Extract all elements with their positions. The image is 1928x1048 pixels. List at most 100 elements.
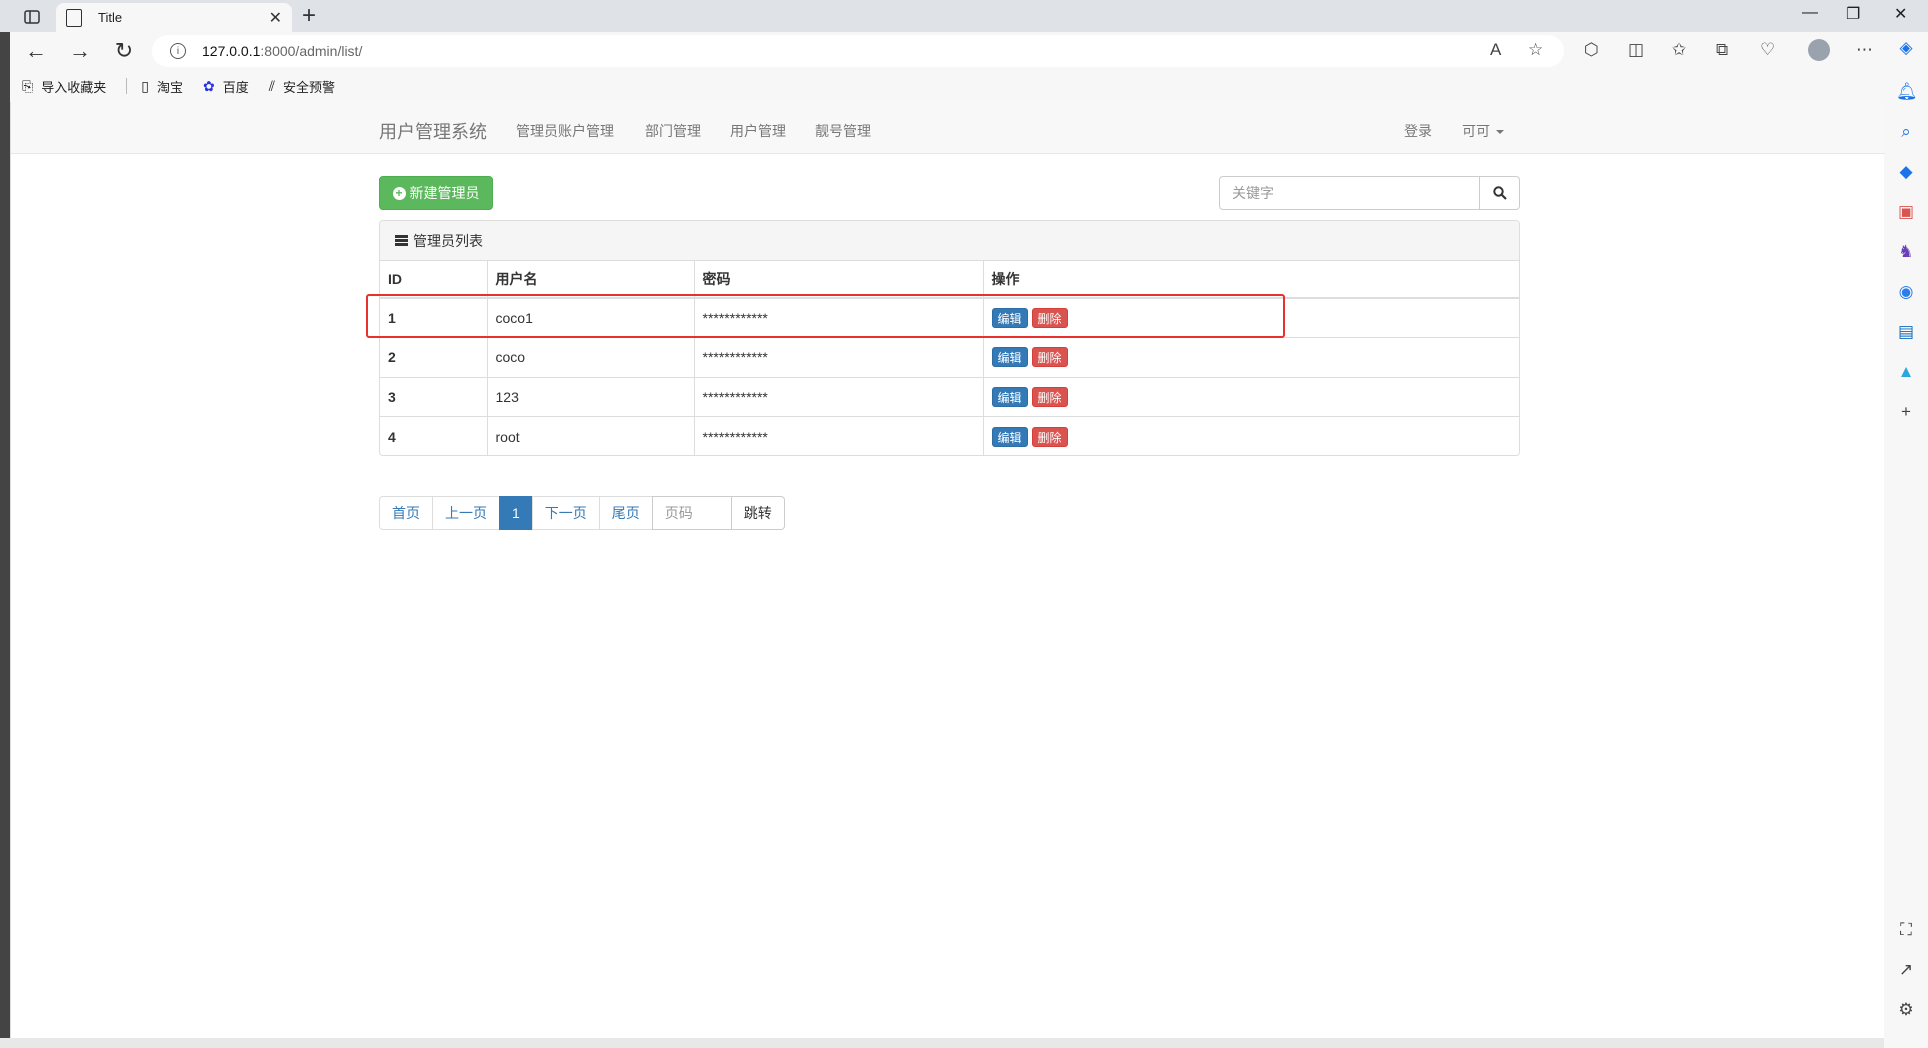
search-icon (1492, 186, 1507, 200)
tab-title: Title (98, 10, 123, 25)
nav-admin-accounts[interactable]: 管理员账户管理 (516, 121, 614, 141)
favorite-star-icon[interactable]: ☆ (1528, 40, 1543, 60)
edit-button[interactable]: 编辑 (991, 347, 1028, 368)
admin-table: ID 用户名 密码 操作 1 coco1 ************ 编辑 删除 2… (380, 261, 1519, 455)
outlook-icon[interactable]: ▤ (1896, 322, 1916, 342)
table-row: 3 123 ************ 编辑 删除 (380, 376, 1519, 417)
search-button[interactable] (1480, 176, 1520, 210)
read-aloud-icon[interactable]: A (1490, 40, 1501, 60)
admin-list-panel: 管理员列表 ID 用户名 密码 操作 1 coco1 ************ … (379, 220, 1520, 456)
new-tab-icon[interactable]: + (302, 2, 316, 30)
jump-button[interactable]: 跳转 (731, 496, 785, 530)
delete-button[interactable]: 删除 (1031, 347, 1068, 368)
page-first[interactable]: 首页 (379, 496, 433, 530)
delete-button[interactable]: 删除 (1031, 386, 1068, 407)
browser-sidebar: ◈ 🔔︎ ⌕ ◆ ▣ ♞ ◉ ▤ ▲ + ⛶ ↗ ⚙ (1884, 32, 1928, 1048)
cell-actions: 编辑 删除 (983, 416, 1519, 455)
page-icon: ▯ (141, 77, 149, 94)
add-sidebar-app-icon[interactable]: + (1896, 402, 1916, 422)
games-icon[interactable]: ♞ (1896, 242, 1916, 262)
window-close-icon[interactable]: ✕ (1894, 4, 1907, 24)
favorites-icon[interactable]: ✩ (1672, 40, 1686, 60)
url-input[interactable]: i 127.0.0.1:8000/admin/list/ (152, 35, 1564, 67)
bookmark-baidu[interactable]: ✿ 百度 (203, 77, 249, 96)
screenshot-icon[interactable]: ⛶ (1896, 920, 1916, 940)
copilot-icon[interactable]: ◈ (1896, 38, 1916, 58)
site-brand[interactable]: 用户管理系统 (379, 118, 487, 144)
search-icon[interactable]: ⌕ (1896, 122, 1916, 142)
browser-essentials-icon[interactable]: ♡ (1760, 40, 1775, 60)
page-current[interactable]: 1 (499, 496, 533, 530)
drop-icon[interactable]: ▲ (1896, 362, 1916, 382)
search-input[interactable] (1219, 176, 1480, 210)
browser-tab-bar: Title ✕ + — ❐ ✕ (0, 0, 1928, 32)
page-icon (66, 8, 82, 27)
column-header: 操作 (983, 261, 1519, 299)
cell-id: 2 (380, 337, 488, 377)
browser-tab[interactable]: Title ✕ (56, 3, 292, 32)
nav-departments[interactable]: 部门管理 (645, 121, 701, 141)
open-external-icon[interactable]: ↗ (1896, 960, 1916, 980)
collections-icon[interactable]: ⧉ (1716, 40, 1728, 60)
bookmark-security-alert[interactable]: ⫽ 安全预警 (269, 77, 335, 96)
add-admin-button[interactable]: + 新建管理员 (379, 176, 493, 210)
page-prev[interactable]: 上一页 (432, 496, 500, 530)
forward-icon[interactable]: → (66, 38, 94, 64)
scrollbar-horizontal[interactable] (0, 1038, 1884, 1048)
notification-bell-icon[interactable]: 🔔︎ (1896, 82, 1918, 102)
tab-actions-icon[interactable] (18, 6, 46, 28)
table-row: 4 root ************ 编辑 删除 (380, 416, 1519, 455)
microsoft365-icon[interactable]: ◉ (1896, 282, 1916, 302)
back-icon[interactable]: ← (22, 38, 50, 64)
minimize-icon[interactable]: — (1802, 4, 1818, 22)
edit-button[interactable]: 编辑 (991, 386, 1028, 407)
page-number-input[interactable] (651, 496, 732, 530)
settings-gear-icon[interactable]: ⚙ (1896, 1000, 1916, 1020)
desktop-edge (0, 32, 10, 1048)
tools-icon[interactable]: ▣ (1896, 202, 1916, 222)
delete-button[interactable]: 删除 (1031, 426, 1068, 447)
restore-icon[interactable]: ❐ (1846, 4, 1860, 24)
cell-actions: 编辑 删除 (983, 376, 1519, 417)
nav-pretty-numbers[interactable]: 靓号管理 (815, 121, 871, 141)
bookmark-taobao[interactable]: ▯ 淘宝 (141, 77, 183, 96)
cell-id: 4 (380, 416, 488, 455)
panel-title: 管理员列表 (413, 232, 483, 249)
shopping-tag-icon[interactable]: ◆ (1896, 162, 1916, 182)
cell-password: ************ (694, 337, 984, 377)
close-tab-icon[interactable]: ✕ (269, 8, 282, 28)
baidu-paw-icon: ✿ (202, 77, 215, 94)
list-icon (395, 235, 408, 246)
nav-login[interactable]: 登录 (1404, 121, 1432, 141)
annotation-highlight-box (366, 294, 1285, 338)
url-text: 127.0.0.1:8000/admin/list/ (202, 43, 363, 59)
pagination: 首页 上一页 1 下一页 尾页 跳转 (379, 496, 785, 530)
address-bar-row: ← → ↻ i 127.0.0.1:8000/admin/list/ A ☆ ⬡… (0, 32, 1928, 70)
table-row: 2 coco ************ 编辑 删除 (380, 337, 1519, 377)
edit-button[interactable]: 编辑 (991, 426, 1028, 447)
search-group (1219, 176, 1520, 210)
caret-down-icon (1496, 130, 1504, 135)
security-alert-icon: ⫽ (268, 77, 275, 94)
bookmark-divider (126, 78, 128, 94)
page-next[interactable]: 下一页 (531, 496, 600, 530)
user-dropdown[interactable]: 可可 (1462, 121, 1504, 141)
cell-username: root (487, 416, 695, 455)
reload-icon[interactable]: ↻ (110, 38, 138, 64)
profile-avatar[interactable] (1808, 39, 1830, 61)
site-info-icon[interactable]: i (170, 43, 186, 59)
cell-id: 3 (380, 376, 488, 417)
panel-heading: 管理员列表 (380, 221, 1519, 261)
cell-username: coco (487, 337, 695, 377)
split-screen-icon[interactable]: ◫ (1628, 40, 1644, 60)
plus-circle-icon: + (392, 186, 406, 200)
cell-password: ************ (694, 416, 984, 455)
bookmarks-bar: ⎘ 导入收藏夹 ▯ 淘宝 ✿ 百度 ⫽ 安全预警 (0, 70, 1928, 102)
cell-actions: 编辑 删除 (983, 337, 1519, 377)
nav-users[interactable]: 用户管理 (730, 121, 786, 141)
more-menu-icon[interactable]: ⋯ (1856, 40, 1873, 60)
extensions-icon[interactable]: ⬡ (1584, 40, 1599, 60)
site-navbar: 用户管理系统 管理员账户管理 部门管理 用户管理 靓号管理 登录 可可 (11, 102, 1885, 154)
page-last[interactable]: 尾页 (598, 496, 653, 530)
bookmark-import[interactable]: ⎘ 导入收藏夹 (22, 77, 106, 96)
